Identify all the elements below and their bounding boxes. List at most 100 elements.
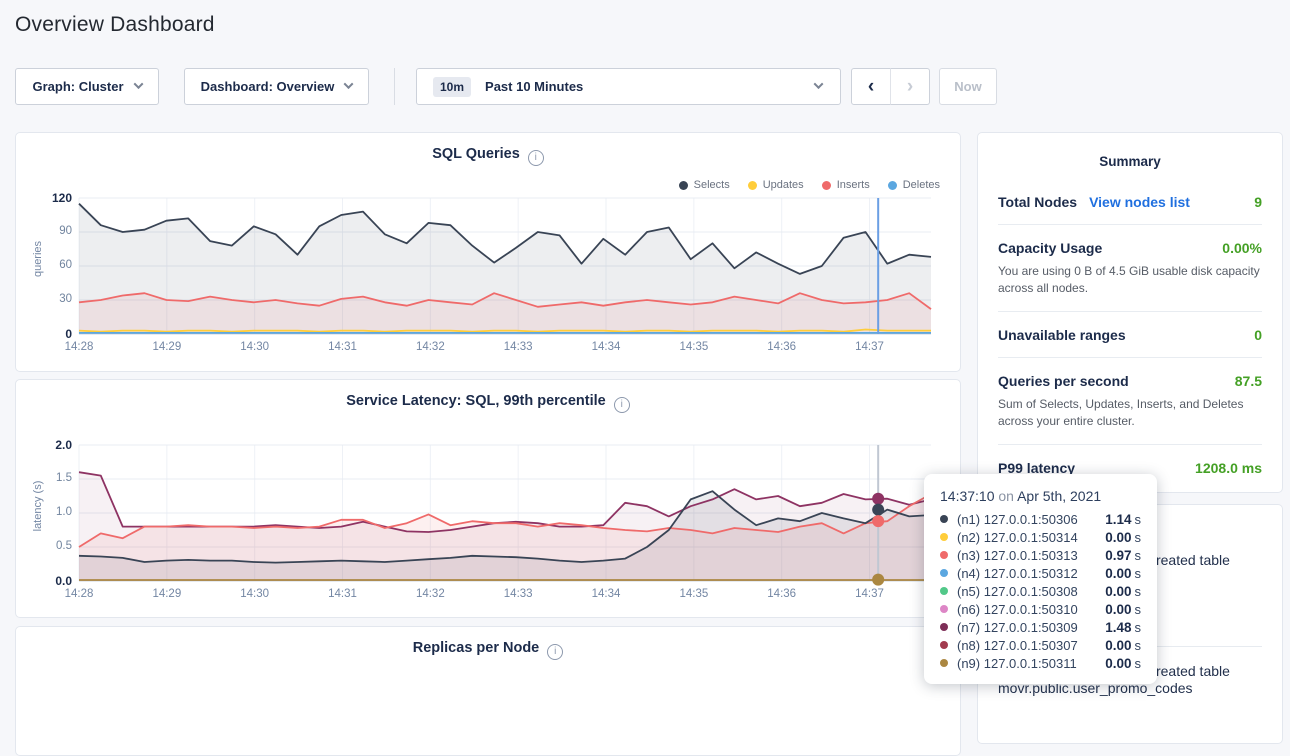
tooltip-row: (n5) 127.0.0.1:503080.00s bbox=[940, 582, 1141, 600]
legend-item[interactable]: Inserts bbox=[822, 179, 870, 191]
unavailable-ranges-label: Unavailable ranges bbox=[998, 327, 1126, 343]
chart-title: SQL Queries i bbox=[16, 146, 960, 166]
summary-panel: Summary Total Nodes View nodes list 9 Ca… bbox=[977, 132, 1283, 493]
controls-divider bbox=[394, 68, 395, 105]
x-axis-tick: 14:36 bbox=[757, 341, 807, 353]
tooltip-row: (n6) 127.0.0.1:503100.00s bbox=[940, 600, 1141, 618]
tooltip-row: (n2) 127.0.0.1:50314 0.00 s bbox=[940, 528, 1141, 546]
tooltip-row: (n7) 127.0.0.1:503091.48s bbox=[940, 618, 1141, 636]
tooltip-node-value: 0.00 bbox=[1105, 566, 1131, 581]
summary-title: Summary bbox=[978, 133, 1282, 169]
tooltip-node-value: 0.00 bbox=[1105, 656, 1131, 671]
x-axis-tick: 14:34 bbox=[581, 341, 631, 353]
sql-queries-chart-card: SQL Queries i Selects Updates Inserts Delete… bbox=[15, 132, 961, 372]
tooltip-row: (n3) 127.0.0.1:503130.97s bbox=[940, 546, 1141, 564]
y-axis-tick: 60 bbox=[30, 259, 72, 271]
chevron-down-icon bbox=[344, 79, 354, 89]
x-axis-tick: 14:37 bbox=[845, 341, 895, 353]
tooltip-node-unit: s bbox=[1135, 530, 1142, 545]
node-color-dot-icon bbox=[940, 587, 948, 595]
x-axis-tick: 14:35 bbox=[669, 588, 719, 600]
qps-value: 87.5 bbox=[1235, 373, 1262, 389]
node-color-dot-icon bbox=[940, 533, 948, 541]
graph-dropdown[interactable]: Graph: Cluster bbox=[15, 68, 159, 105]
info-icon[interactable]: i bbox=[528, 150, 544, 166]
service-latency-chart-card: Service Latency: SQL, 99th percentilei l… bbox=[15, 379, 961, 618]
legend-label: Inserts bbox=[837, 179, 870, 191]
x-axis-tick: 14:33 bbox=[493, 588, 543, 600]
tooltip-rows: (n1) 127.0.0.1:503061.14s(n2) 127.0.0.1:… bbox=[940, 510, 1141, 672]
legend-dot-icon bbox=[888, 181, 897, 190]
legend-label: Deletes bbox=[903, 179, 940, 191]
legend-item[interactable]: Updates bbox=[748, 179, 804, 191]
tooltip-node-address: (n8) 127.0.0.1:50307 bbox=[957, 638, 1078, 653]
time-range-badge: 10m bbox=[433, 77, 471, 97]
chart-title-text: SQL Queries bbox=[432, 146, 520, 162]
tooltip-node-value: 0.00 bbox=[1105, 584, 1131, 599]
info-icon[interactable]: i bbox=[614, 397, 630, 413]
p99-latency-value: 1208.0 ms bbox=[1195, 460, 1262, 476]
tooltip-node-address: (n7) 127.0.0.1:50309 bbox=[957, 620, 1078, 635]
y-axis-tick: 1.5 bbox=[30, 472, 72, 484]
chart-legend: Selects Updates Inserts Deletes bbox=[679, 179, 940, 191]
node-color-dot-icon bbox=[940, 515, 948, 523]
summary-total-nodes: Total Nodes View nodes list 9 bbox=[998, 179, 1262, 225]
tooltip-node-unit: s bbox=[1135, 620, 1142, 635]
x-axis-tick: 14:31 bbox=[318, 588, 368, 600]
view-nodes-list-link[interactable]: View nodes list bbox=[1089, 194, 1190, 210]
node-color-dot-icon bbox=[940, 623, 948, 631]
controls-bar: Graph: Cluster Dashboard: Overview 10m P… bbox=[0, 68, 1290, 106]
legend-item[interactable]: Selects bbox=[679, 179, 730, 191]
qps-label: Queries per second bbox=[998, 373, 1129, 389]
tooltip-node-address: (n9) 127.0.0.1:50311 bbox=[957, 656, 1077, 671]
tooltip-node-unit: s bbox=[1135, 656, 1142, 671]
x-axis-tick: 14:28 bbox=[54, 341, 104, 353]
tooltip-node-unit: s bbox=[1135, 548, 1142, 563]
tooltip-node-address: (n3) 127.0.0.1:50313 bbox=[957, 548, 1078, 563]
summary-capacity: Capacity Usage 0.00% You are using 0 B o… bbox=[998, 225, 1262, 312]
sql-queries-plot[interactable] bbox=[79, 198, 931, 334]
chevron-down-icon bbox=[133, 79, 143, 89]
node-color-dot-icon bbox=[940, 551, 948, 559]
tooltip-node-value: 0.00 bbox=[1105, 638, 1131, 653]
dashboard-dropdown[interactable]: Dashboard: Overview bbox=[184, 68, 369, 105]
chart-svg bbox=[79, 445, 931, 581]
now-button[interactable]: Now bbox=[939, 68, 997, 105]
unavailable-ranges-value: 0 bbox=[1254, 327, 1262, 343]
x-axis-tick: 14:32 bbox=[405, 588, 455, 600]
total-nodes-label: Total Nodes bbox=[998, 194, 1077, 210]
info-icon[interactable]: i bbox=[547, 644, 563, 660]
tooltip-node-address: (n6) 127.0.0.1:50310 bbox=[957, 602, 1078, 617]
x-axis-tick: 14:34 bbox=[581, 588, 631, 600]
tooltip-node-value: 0.00 bbox=[1105, 530, 1131, 545]
time-back-button[interactable]: ‹ bbox=[851, 68, 891, 105]
page-title: Overview Dashboard bbox=[15, 13, 215, 37]
legend-label: Updates bbox=[763, 179, 804, 191]
capacity-value: 0.00% bbox=[1222, 240, 1262, 256]
tooltip-node-unit: s bbox=[1135, 512, 1142, 527]
y-axis-tick: 30 bbox=[30, 293, 72, 305]
tooltip-row: (n4) 127.0.0.1:503120.00s bbox=[940, 564, 1141, 582]
service-latency-plot[interactable] bbox=[79, 445, 931, 581]
legend-dot-icon bbox=[748, 181, 757, 190]
time-forward-button[interactable]: › bbox=[890, 68, 930, 105]
tooltip-node-unit: s bbox=[1135, 638, 1142, 653]
x-axis-tick: 14:35 bbox=[669, 341, 719, 353]
y-axis-tick: 2.0 bbox=[30, 438, 72, 452]
node-color-dot-icon bbox=[940, 659, 948, 667]
legend-item[interactable]: Deletes bbox=[888, 179, 940, 191]
chart-title: Service Latency: SQL, 99th percentilei bbox=[16, 393, 960, 413]
chart-title: Replicas per Node i bbox=[16, 640, 960, 660]
dashboard-dropdown-label: Dashboard: Overview bbox=[201, 79, 335, 94]
time-range-dropdown[interactable]: 10m Past 10 Minutes bbox=[416, 68, 841, 105]
y-axis-tick: 90 bbox=[30, 225, 72, 237]
chart-title-text: Replicas per Node bbox=[413, 640, 540, 656]
tooltip-node-address: (n1) 127.0.0.1:50306 bbox=[957, 512, 1078, 527]
x-axis-tick: 14:29 bbox=[142, 588, 192, 600]
tooltip-node-unit: s bbox=[1135, 566, 1142, 581]
chart-svg bbox=[79, 198, 931, 334]
summary-body: Total Nodes View nodes list 9 Capacity U… bbox=[978, 169, 1282, 490]
chart-hover-tooltip: 14:37:10 on Apr 5th, 2021 (n1) 127.0.0.1… bbox=[924, 474, 1157, 684]
legend-dot-icon bbox=[822, 181, 831, 190]
tooltip-node-address: (n2) 127.0.0.1:50314 bbox=[957, 530, 1078, 545]
